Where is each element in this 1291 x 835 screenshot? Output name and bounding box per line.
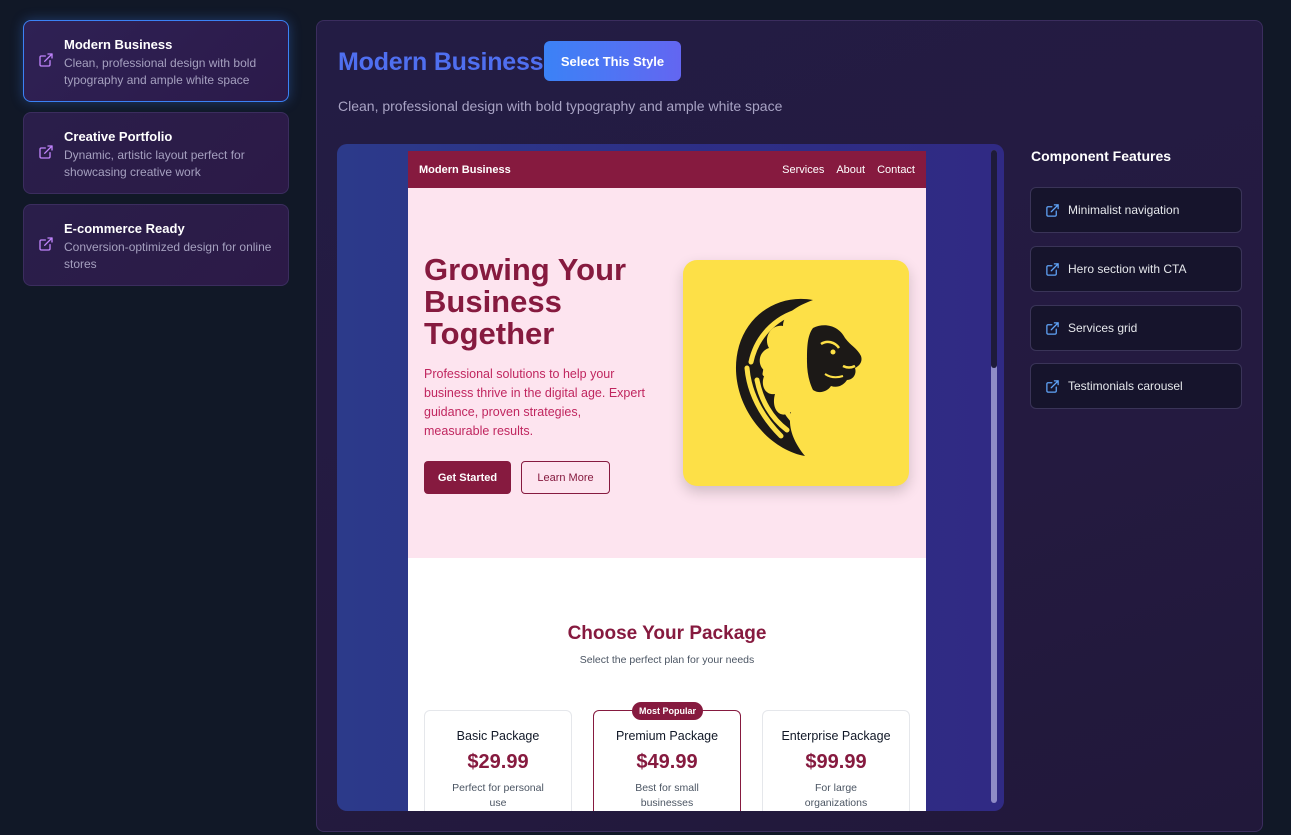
get-started-button[interactable]: Get Started — [424, 461, 511, 494]
preview-scrollbar[interactable] — [991, 150, 997, 803]
package-card-basic[interactable]: Basic Package $29.99 Perfect for persona… — [424, 710, 572, 811]
preview-scrollbar-thumb[interactable] — [991, 150, 997, 368]
feature-label: Hero section with CTA — [1068, 262, 1187, 276]
feature-item-hero-section[interactable]: Hero section with CTA — [1030, 246, 1242, 292]
package-card-premium[interactable]: Premium Package $49.99 Best for small bu… — [593, 710, 741, 811]
external-link-icon — [1046, 262, 1059, 276]
learn-more-button[interactable]: Learn More — [521, 461, 610, 494]
style-description: Clean, professional design with bold typ… — [338, 98, 783, 114]
preview-hero: Growing Your Business Together Professio… — [408, 188, 926, 558]
external-link-icon — [39, 53, 53, 67]
package-card-enterprise[interactable]: Enterprise Package $99.99 For large orga… — [762, 710, 910, 811]
package-description: Best for small businesses — [635, 782, 699, 809]
preview-navbar: Modern Business Services About Contact — [408, 151, 926, 188]
style-card-ecommerce-ready[interactable]: E-commerce Ready Conversion-optimized de… — [23, 204, 289, 286]
hero-image — [683, 260, 909, 486]
hero-text: Professional solutions to help your busi… — [424, 367, 645, 438]
package-price: $99.99 — [805, 751, 867, 773]
style-card-title: Modern Business — [64, 37, 173, 52]
feature-label: Testimonials carousel — [1068, 379, 1183, 393]
preview-brand: Modern Business — [419, 163, 511, 176]
features-title: Component Features — [1031, 148, 1172, 164]
external-link-icon — [1046, 379, 1059, 393]
hero-title: Growing Your Business Together — [424, 252, 627, 351]
style-card-description: Dynamic, artistic layout perfect for sho… — [64, 148, 245, 179]
preview-nav-link-services[interactable]: Services — [782, 164, 824, 176]
preview-nav-link-contact[interactable]: Contact — [877, 164, 915, 176]
style-card-title: Creative Portfolio — [64, 129, 173, 144]
package-name: Premium Package — [615, 729, 719, 743]
most-popular-badge: Most Popular — [632, 702, 703, 720]
preview-nav-link-about[interactable]: About — [836, 164, 865, 176]
package-description: Perfect for personal use — [452, 782, 544, 809]
external-link-icon — [1046, 321, 1059, 335]
style-detail-panel: Modern Business Select This Style Clean,… — [316, 20, 1263, 832]
feature-label: Services grid — [1068, 321, 1138, 335]
external-link-icon — [39, 145, 53, 159]
style-card-description: Conversion-optimized design for online s… — [64, 240, 272, 271]
external-link-icon — [1046, 203, 1059, 217]
package-description: For large organizations — [804, 782, 868, 809]
style-card-title: E-commerce Ready — [64, 221, 185, 236]
style-title: Modern Business — [338, 48, 544, 76]
packages-subtitle: Select the perfect plan for your needs — [579, 654, 755, 666]
feature-item-services-grid[interactable]: Services grid — [1030, 305, 1242, 351]
preview-page: Modern Business Services About Contact G… — [408, 151, 926, 811]
package-name: Enterprise Package — [781, 729, 891, 743]
style-card-creative-portfolio[interactable]: Creative Portfolio Dynamic, artistic lay… — [23, 112, 289, 194]
select-style-button[interactable]: Select This Style — [544, 41, 681, 81]
feature-item-minimalist-navigation[interactable]: Minimalist navigation — [1030, 187, 1242, 233]
preview-nav-links: Services About Contact — [782, 164, 915, 176]
package-name: Basic Package — [456, 729, 540, 743]
style-card-description: Clean, professional design with bold typ… — [64, 56, 257, 87]
feature-label: Minimalist navigation — [1068, 203, 1180, 217]
lion-head-icon — [735, 298, 862, 456]
package-price: $49.99 — [636, 751, 698, 773]
feature-item-testimonials-carousel[interactable]: Testimonials carousel — [1030, 363, 1242, 409]
packages-title: Choose Your Package — [567, 623, 767, 644]
style-card-modern-business[interactable]: Modern Business Clean, professional desi… — [23, 20, 289, 102]
preview-frame[interactable]: Modern Business Services About Contact G… — [337, 144, 1004, 811]
external-link-icon — [39, 237, 53, 251]
package-price: $29.99 — [467, 751, 529, 773]
